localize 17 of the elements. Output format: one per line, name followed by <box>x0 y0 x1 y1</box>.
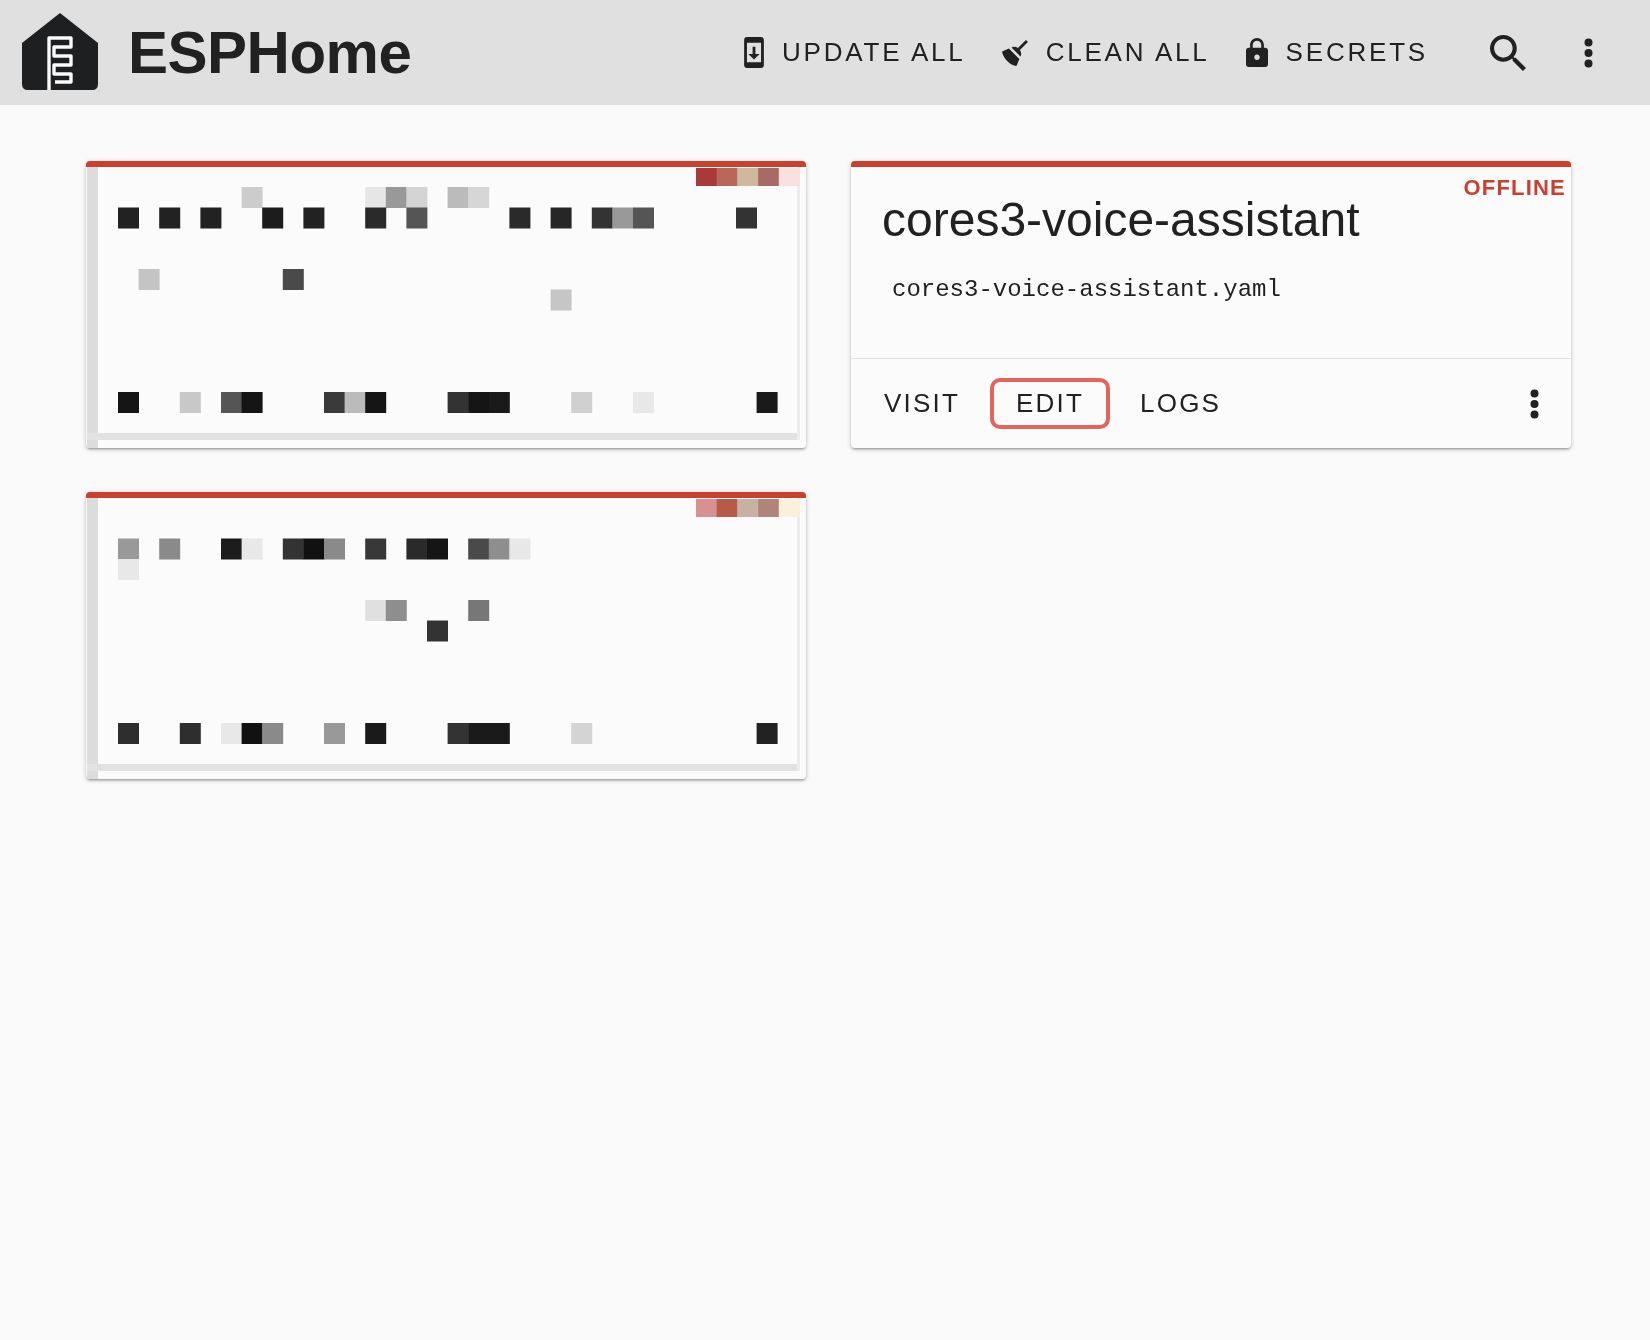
card-action-button[interactable]: LOGS <box>1114 378 1248 429</box>
header-action-button[interactable]: UPDATE ALL <box>736 29 974 76</box>
phone-download-icon <box>744 37 765 68</box>
broom-icon <box>1001 39 1028 66</box>
app-title: ESPHome <box>128 19 412 86</box>
lock-icon <box>1245 38 1268 67</box>
header-action-button[interactable]: CLEAN ALL <box>993 29 1218 76</box>
more-options-icon[interactable] <box>1584 37 1593 68</box>
more-options-icon[interactable] <box>1530 388 1539 419</box>
card-action-button[interactable]: VISIT <box>858 378 986 429</box>
card-action-button[interactable]: EDIT <box>990 378 1111 429</box>
status-label: OFFLINE <box>1463 175 1566 201</box>
device-name: cores3-voice-assistant <box>882 192 1361 248</box>
house-logo-icon <box>21 11 99 90</box>
header-action-button[interactable]: SECRETS <box>1237 29 1436 76</box>
search-icon[interactable] <box>1490 34 1526 71</box>
config-filename: cores3-voice-assistant.yaml <box>892 275 1282 305</box>
